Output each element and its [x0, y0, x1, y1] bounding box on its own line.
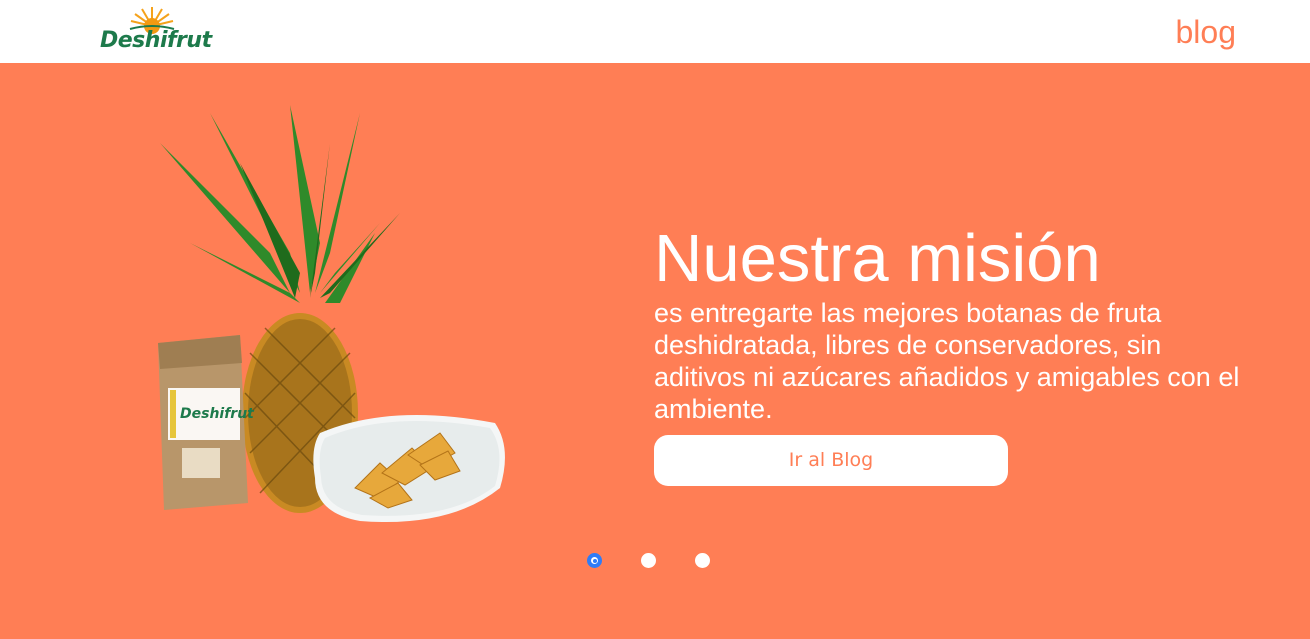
carousel-dot-3[interactable] [695, 553, 710, 568]
top-navigation-bar: Deshifrut blog [0, 0, 1310, 63]
mission-content: Nuestra misión es entregarte las mejores… [654, 221, 1254, 486]
pineapple-product-image: Deshifrut [158, 105, 505, 523]
mission-description: es entregarte las mejores botanas de fru… [654, 298, 1240, 424]
go-to-blog-button[interactable]: Ir al Blog [654, 435, 1008, 486]
bag-brand-label: Deshifrut [180, 406, 255, 422]
carousel-dot-2[interactable] [641, 553, 656, 568]
mission-title: Nuestra misión [654, 221, 1101, 296]
deshifrut-logo[interactable]: Deshifrut [100, 4, 212, 58]
hero-carousel-slide: Deshifrut Nuestra misión es entregarte l… [0, 63, 1310, 639]
logo-wordmark: Deshifrut [100, 28, 212, 53]
carousel-dot-1[interactable] [587, 553, 602, 568]
nav-blog-link[interactable]: blog [1176, 14, 1237, 51]
